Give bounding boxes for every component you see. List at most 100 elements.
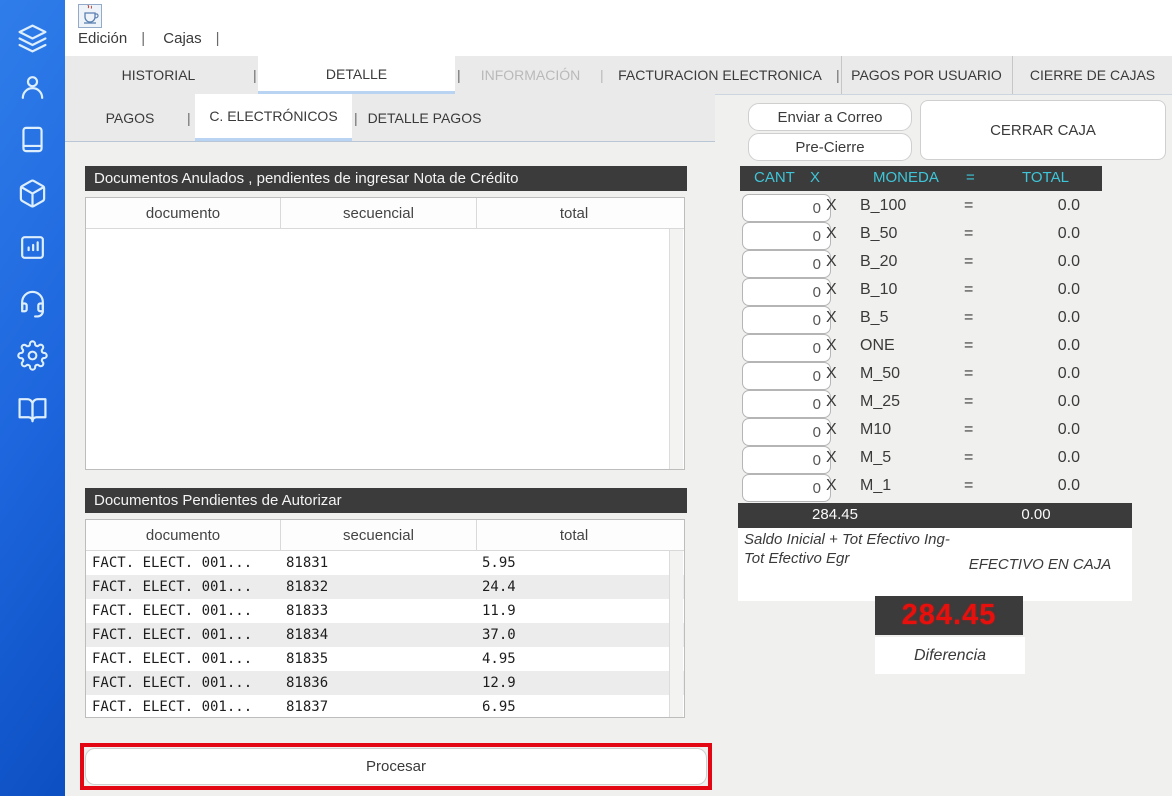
column-header-secuencial: secuencial (280, 198, 476, 228)
user-icon[interactable] (17, 72, 48, 103)
cash-row-m50: XM_50=0.0 (740, 362, 1110, 390)
header-x: X (810, 169, 820, 186)
header-moneda: MONEDA (873, 169, 939, 186)
sidebar (0, 0, 65, 796)
column-header-total: total (476, 520, 671, 550)
secondary-tab-bar: PAGOS | C. ELECTRÓNICOS | DETALLE PAGOS (65, 94, 715, 142)
currency-label: B_10 (860, 281, 897, 299)
pendientes-table-header: documento secuencial total (86, 520, 684, 551)
pre-cierre-button[interactable]: Pre-Cierre (748, 133, 912, 161)
headset-icon[interactable] (17, 288, 48, 319)
currency-label: M_1 (860, 477, 891, 495)
table-row[interactable]: FACT. ELECT. 001...8183311.9 (86, 599, 684, 623)
row-total: 0.0 (990, 309, 1080, 327)
cerrar-caja-button[interactable]: CERRAR CAJA (920, 100, 1166, 160)
qty-input-m10[interactable] (742, 418, 831, 446)
currency-label: B_5 (860, 309, 888, 327)
currency-label: B_100 (860, 197, 906, 215)
header-cant: CANT (754, 169, 795, 186)
header-eq: = (966, 169, 975, 186)
diferencia-value: 284.45 (902, 599, 997, 632)
enviar-correo-button[interactable]: Enviar a Correo (748, 103, 912, 131)
tab-cierre-de-cajas[interactable]: CIERRE DE CAJAS (1012, 56, 1172, 94)
saldo-calc-value: 284.45 (780, 506, 890, 523)
book-open-icon[interactable] (17, 394, 48, 425)
qty-input-b20[interactable] (742, 250, 831, 278)
cash-row-b50: XB_50=0.0 (740, 222, 1110, 250)
cash-row-b20: XB_20=0.0 (740, 250, 1110, 278)
table-row[interactable]: FACT. ELECT. 001...8183437.0 (86, 623, 684, 647)
qty-input-b50[interactable] (742, 222, 831, 250)
table-row[interactable]: FACT. ELECT. 001...818315.95 (86, 551, 684, 575)
currency-label: M_50 (860, 365, 900, 383)
package-icon[interactable] (17, 178, 48, 209)
header-total: TOTAL (1022, 169, 1069, 186)
qty-input-m1[interactable] (742, 474, 831, 502)
tab-c-electronicos[interactable]: C. ELECTRÓNICOS (195, 94, 352, 141)
vertical-scrollbar[interactable] (669, 551, 683, 717)
qty-input-one[interactable] (742, 334, 831, 362)
cash-row-m1: XM_1=0.0 (740, 474, 1110, 502)
qty-input-b10[interactable] (742, 278, 831, 306)
report-icon[interactable] (17, 232, 48, 263)
tab-separator: | (187, 94, 191, 141)
table-row[interactable]: FACT. ELECT. 001...8183612.9 (86, 671, 684, 695)
tab-pagos[interactable]: PAGOS (75, 94, 185, 141)
currency-label: B_20 (860, 253, 897, 271)
tab-facturacion-electronica[interactable]: FACTURACION ELECTRONICA (605, 56, 835, 94)
tab-separator: | (600, 56, 604, 94)
layers-icon[interactable] (17, 23, 48, 54)
anulados-table-header: documento secuencial total (86, 198, 684, 229)
row-total: 0.0 (990, 197, 1080, 215)
tab-detalle[interactable]: DETALLE (258, 56, 455, 94)
primary-tab-bar: HISTORIAL | DETALLE | INFORMACIÓN | FACT… (65, 56, 1172, 95)
row-total: 0.0 (990, 449, 1080, 467)
qty-input-m25[interactable] (742, 390, 831, 418)
tab-detalle-pagos[interactable]: DETALLE PAGOS (362, 94, 487, 141)
cash-row-b10: XB_10=0.0 (740, 278, 1110, 306)
menubar: Edición| Cajas| (78, 30, 234, 47)
column-header-total: total (476, 198, 671, 228)
currency-label: M_25 (860, 393, 900, 411)
menu-item-cajas[interactable]: Cajas (163, 30, 201, 47)
tab-separator: | (457, 56, 461, 94)
diferencia-value-box: 284.45 (875, 596, 1023, 635)
table-row[interactable]: FACT. ELECT. 001...818354.95 (86, 647, 684, 671)
vertical-scrollbar[interactable] (669, 229, 683, 469)
qty-input-m50[interactable] (742, 362, 831, 390)
tab-informacion: INFORMACIÓN (463, 56, 598, 94)
qty-input-m5[interactable] (742, 446, 831, 474)
cash-row-one: XONE=0.0 (740, 334, 1110, 362)
tab-separator: | (253, 56, 257, 94)
anulados-section-title: Documentos Anulados , pendientes de ingr… (85, 166, 687, 191)
currency-label: M10 (860, 421, 891, 439)
row-total: 0.0 (990, 337, 1080, 355)
row-total: 0.0 (990, 393, 1080, 411)
cash-row-m25: XM_25=0.0 (740, 390, 1110, 418)
efectivo-en-caja-value: 0.00 (986, 506, 1086, 523)
row-total: 0.0 (990, 225, 1080, 243)
row-total: 0.0 (990, 365, 1080, 383)
table-row[interactable]: FACT. ELECT. 001...818376.95 (86, 695, 684, 719)
tab-historial[interactable]: HISTORIAL (65, 56, 252, 94)
cash-row-m10: XM10=0.0 (740, 418, 1110, 446)
app-window: Edición | Cajas | HISTORIAL | DETALLE | IN… (0, 0, 1172, 796)
row-total: 0.0 (990, 281, 1080, 299)
anulados-table: documento secuencial total (85, 197, 685, 470)
titlebar (65, 0, 1172, 57)
saldo-formula-label: Saldo Inicial + Tot Efectivo Ing- Tot Ef… (744, 531, 954, 569)
column-header-documento: documento (86, 198, 280, 228)
procesar-button[interactable]: Procesar (85, 748, 707, 785)
menu-separator: | (216, 30, 220, 47)
notebook-icon[interactable] (17, 124, 48, 155)
pendientes-table: documento secuencial total FACT. ELECT. … (85, 519, 685, 718)
efectivo-en-caja-label: EFECTIVO EN CAJA (950, 528, 1130, 601)
table-row[interactable]: FACT. ELECT. 001...8183224.4 (86, 575, 684, 599)
qty-input-b100[interactable] (742, 194, 831, 222)
cash-count-header: CANT X MONEDA = TOTAL (740, 166, 1102, 191)
gear-icon[interactable] (17, 340, 48, 371)
qty-input-b5[interactable] (742, 306, 831, 334)
menu-item-edicion[interactable]: Edición (78, 30, 127, 47)
row-total: 0.0 (990, 253, 1080, 271)
tab-pagos-por-usuario[interactable]: PAGOS POR USUARIO (841, 56, 1011, 94)
